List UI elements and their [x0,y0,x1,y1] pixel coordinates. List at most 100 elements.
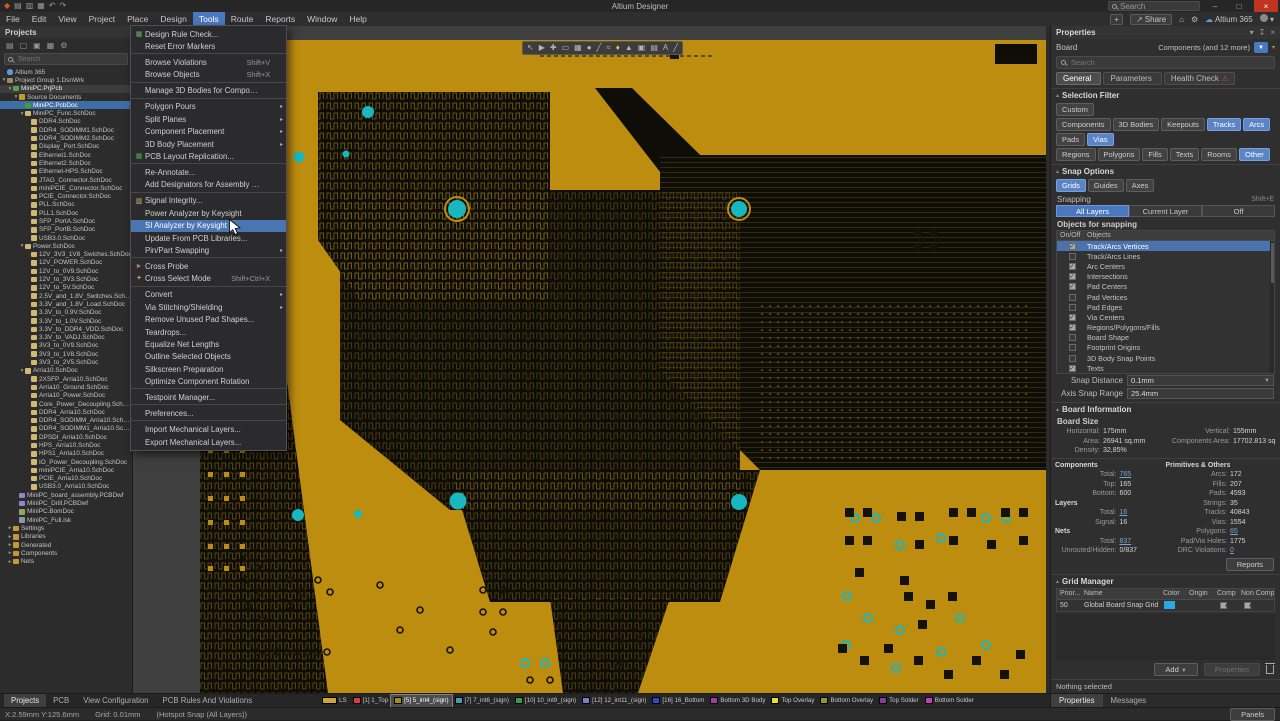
properties-search[interactable] [1056,56,1275,69]
layer-tab[interactable]: [10] 10_int9_(sign) [512,695,579,707]
tree-item[interactable]: 12V_3V3_1V8_Swiches.SchDoc [0,251,132,259]
snap-object-row[interactable]: Arc Centers [1057,261,1274,271]
checkbox[interactable] [1069,304,1076,311]
checkbox[interactable] [1069,324,1076,331]
tree-item[interactable]: PLL.SchDoc [0,201,132,209]
snapping-segment[interactable]: Current Layer [1129,205,1202,217]
panel-tab[interactable]: PCB [46,694,76,707]
tree-item[interactable]: MiniPC.BomDoc [0,508,132,516]
layer-tab[interactable]: Bottom Overlay [817,695,876,707]
account-menu[interactable]: ▾ [1260,14,1274,24]
tree-item[interactable]: HPS_Arria10.SchDoc [0,441,132,449]
tree-item[interactable]: Altium 365 [0,68,132,76]
undo-icon[interactable]: ↶ [49,1,56,11]
tree-item[interactable]: 3V3_to_2V5.SchDoc [0,358,132,366]
tree-item[interactable]: 3.3V_to_VADJ.SchDoc [0,334,132,342]
toolbar-icon[interactable]: ▦ [574,42,582,54]
toolbar-icon[interactable]: ╱ [673,42,678,54]
tree-item[interactable]: MiniPC.PcbDoc [0,101,132,109]
reports-button[interactable]: Reports [1226,558,1274,571]
axis-snap-range-input[interactable]: 25.4mm [1127,388,1274,399]
snap-object-row[interactable]: Footprint Origins [1057,343,1274,353]
minimize-button[interactable]: – [1206,0,1224,12]
menu-item[interactable]: Update From PCB Libraries... [131,232,286,244]
tree-item[interactable]: Project Group 1.DsnWrk [0,76,132,84]
global-search[interactable]: Search [1108,1,1200,11]
filter-toggle-button[interactable]: Regions [1056,148,1096,161]
menu-item[interactable]: Add Designators for Assembly Drawing [131,179,286,193]
layer-tab[interactable]: [12] 12_int11_(sign) [579,695,649,707]
redo-icon[interactable]: ↷ [60,1,67,11]
tree-item[interactable]: miniPCIE_Arria10.SchDoc [0,466,132,474]
checkbox[interactable] [1069,344,1076,351]
tree-item[interactable]: MiniPC_board_assembly.PCBDwf [0,491,132,499]
properties-tab[interactable]: General [1056,72,1101,85]
tree-item[interactable]: Ethernet-HPS.SchDoc [0,168,132,176]
custom-filter-button[interactable]: Custom [1056,103,1094,116]
menu-item[interactable]: Power Analyzer by Keysight [131,207,286,219]
tree-item[interactable]: Components [0,549,132,557]
noncomp-checkbox[interactable]: ✓ [1244,602,1251,609]
settings-gear-icon[interactable]: ⚙ [1191,15,1198,24]
toolbar-icon[interactable]: ≈ [606,42,610,54]
menu-item[interactable]: Signal Integrity... [131,195,286,207]
comp-checkbox[interactable]: ✓ [1220,602,1227,609]
menu-bar-item[interactable]: Edit [26,12,53,26]
menu-bar-item[interactable]: Design [154,12,192,26]
snap-object-row[interactable]: Intersections [1057,272,1274,282]
tree-item[interactable]: Core_Power_Decoupling.SchDoc [0,400,132,408]
maximize-button[interactable]: □ [1230,0,1248,12]
menu-item[interactable]: Optimize Component Rotation [131,375,286,389]
filter-toggle-button[interactable]: Other [1239,148,1270,161]
tree-item[interactable]: JTAG_Connector.SchDoc [0,176,132,184]
tree-item[interactable]: Settings [0,524,132,532]
tree-item[interactable]: IO_Power_Decoupling.SchDoc [0,458,132,466]
properties-tab[interactable]: Parameters [1103,72,1161,85]
pin-icon[interactable]: ↧ [1259,28,1266,37]
tree-item[interactable]: DPSDI_Arria10.SchDoc [0,433,132,441]
filter-toggle-button[interactable]: Pads [1056,133,1085,146]
delete-grid-icon[interactable] [1266,665,1274,674]
tree-item[interactable]: DDR4_SODIMM_Arria10.SchDoc [0,416,132,424]
tree-item[interactable]: Arria10_Power.SchDoc [0,392,132,400]
tree-item[interactable]: Generated [0,541,132,549]
checkbox[interactable] [1069,243,1076,250]
menu-item[interactable]: Reset Error Markers [131,40,286,54]
layer-tab[interactable]: [7] 7_int6_(sign) [452,695,512,707]
layer-tab[interactable]: Bottom 3D Body [707,695,768,707]
tree-item[interactable]: Ethernet2.SchDoc [0,159,132,167]
checkbox[interactable] [1069,253,1076,260]
snap-object-row[interactable]: Pad Centers [1057,282,1274,292]
open-icon[interactable]: ▥ [26,1,34,11]
filter-toggle-button[interactable]: Fills [1142,148,1167,161]
menu-item[interactable]: Convert [131,289,286,301]
snap-object-row[interactable]: Track/Arcs Lines [1057,251,1274,261]
menu-item[interactable]: Re-Annotate... [131,166,286,178]
menu-item[interactable]: Export Mechanical Layers... [131,436,286,448]
menu-bar-item[interactable]: Window [301,12,343,26]
folders-icon[interactable]: ▣ [33,41,41,50]
snap-object-row[interactable]: Texts [1057,363,1274,373]
menu-item[interactable]: SI Analyzer by Keysight [131,220,286,232]
grid-properties-button[interactable]: Properties [1204,663,1260,676]
tree-item[interactable]: DDR4_SODIMM1.SchDoc [0,126,132,134]
projects-search-input[interactable] [16,55,124,64]
grid-row[interactable]: 50 Global Board Snap Grid ✓ ✓ [1057,600,1274,611]
checkbox[interactable] [1069,334,1076,341]
menu-bar-item[interactable]: Help [343,12,372,26]
tree-item[interactable]: Libraries [0,533,132,541]
checkbox[interactable] [1069,314,1076,321]
filter-toggle-button[interactable]: Arcs [1243,118,1270,131]
filter-toggle-button[interactable]: Rooms [1201,148,1237,161]
layer-tab[interactable]: [16] 16_Bottom [649,695,707,707]
tree-item[interactable]: Source Documents [0,93,132,101]
checkbox[interactable] [1069,294,1076,301]
menu-item[interactable]: Preferences... [131,407,286,421]
tree-item[interactable]: MiniPC_Func.SchDoc [0,109,132,117]
tree-item[interactable]: USB3.0_Arria10.SchDoc [0,483,132,491]
toolbar-icon[interactable]: ♦ [616,42,620,54]
tree-item[interactable]: 3.3V_to_DDR4_VDD.SchDoc [0,325,132,333]
snap-object-row[interactable]: Via Centers [1057,312,1274,322]
tree-item[interactable]: PCIE_Arria10.SchDoc [0,475,132,483]
scrollbar[interactable] [1270,241,1274,373]
